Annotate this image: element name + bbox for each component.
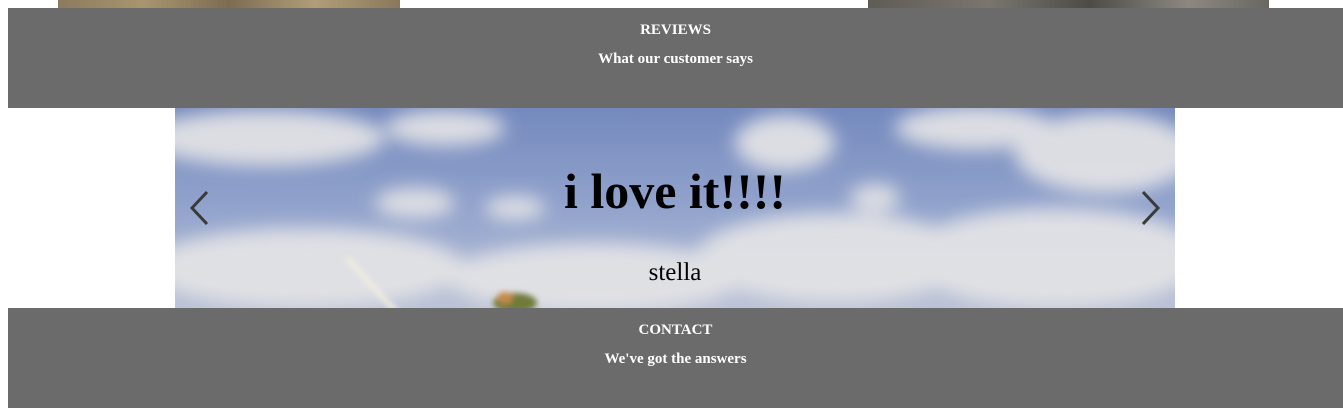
reviews-subheading: What our customer says [598, 51, 753, 67]
chevron-left-icon [189, 190, 209, 226]
contact-subheading: We've got the answers [604, 351, 747, 367]
reviews-section-header: REVIEWS What our customer says [8, 8, 1343, 108]
review-quote: i love it!!!! [563, 163, 787, 219]
contact-heading: CONTACT [638, 322, 713, 338]
carousel-next-button[interactable] [1135, 188, 1165, 228]
review-author: stella [648, 259, 702, 286]
page: REVIEWS What our customer says i love it… [0, 0, 1343, 409]
carousel-prev-button[interactable] [185, 188, 215, 228]
chevron-right-icon [1141, 190, 1161, 226]
reviews-heading: REVIEWS [640, 22, 711, 38]
review-carousel: i love it!!!! stella [175, 108, 1175, 308]
contact-section-header: CONTACT We've got the answers [8, 308, 1343, 408]
